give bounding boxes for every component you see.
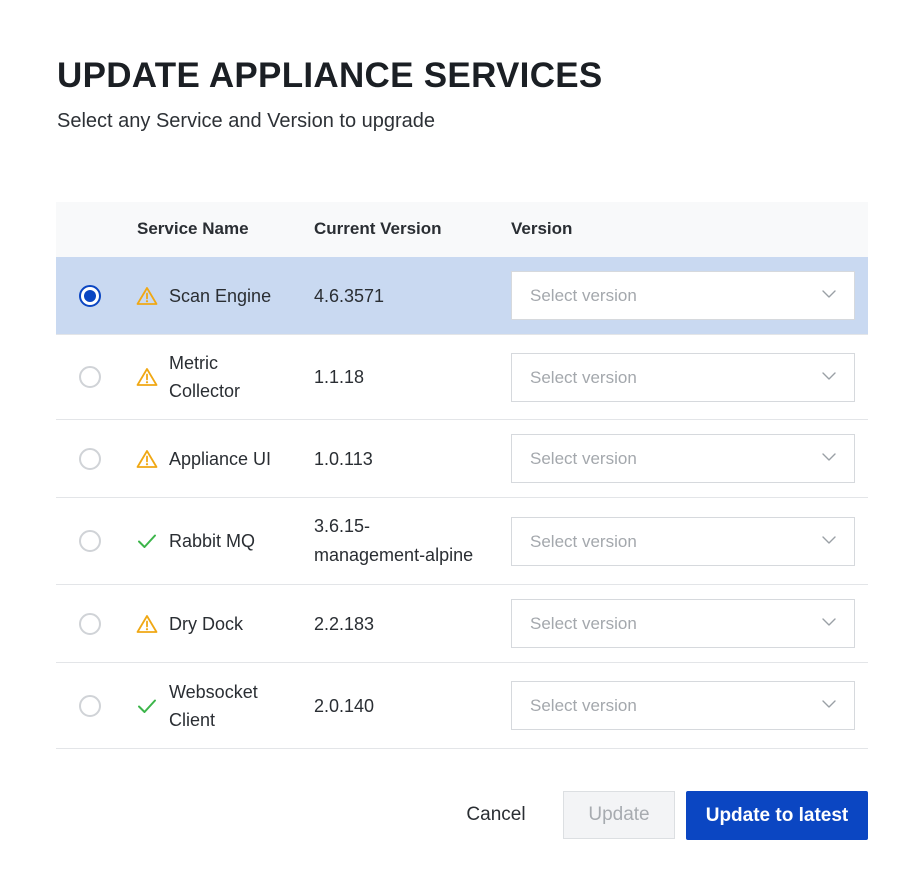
warning-icon <box>136 449 158 468</box>
version-select-placeholder: Select version <box>530 696 637 715</box>
service-name-line: Rabbit MQ <box>169 531 256 551</box>
current-version-line: 1.0.113 <box>314 448 373 469</box>
version-select[interactable]: Select version <box>511 271 855 320</box>
row-select-radio[interactable] <box>79 694 101 717</box>
service-name: Rabbit MQ <box>169 527 299 555</box>
chevron-down-icon <box>822 290 836 298</box>
current-version: 4.6.3571 <box>314 282 499 311</box>
current-version: 3.6.15- management-alpine <box>314 512 499 570</box>
current-version: 1.0.113 <box>314 445 499 474</box>
version-select-placeholder: Select version <box>530 449 637 468</box>
current-version-line: 4.6.3571 <box>314 285 385 306</box>
table-row[interactable]: Appliance UI 1.0.113 Select version <box>56 420 868 498</box>
dialog-subtitle: Select any Service and Version to upgrad… <box>57 110 436 132</box>
current-version: 2.2.183 <box>314 610 499 639</box>
current-version-line: 2.0.140 <box>314 695 375 716</box>
row-select-radio[interactable] <box>79 284 101 307</box>
services-table: Service Name Current Version Version Sca… <box>56 202 868 749</box>
service-name-line: Scan Engine <box>169 285 272 306</box>
service-name-line: Dry Dock <box>169 613 244 634</box>
chevron-down-icon <box>822 371 836 380</box>
service-name-line: Appliance UI <box>169 448 272 469</box>
chevron-down-icon <box>822 535 836 544</box>
table-header: Service Name Current Version Version <box>56 202 868 257</box>
version-select-placeholder: Select version <box>530 286 637 305</box>
row-select-radio[interactable] <box>79 366 101 388</box>
version-select[interactable]: Select version <box>511 599 855 648</box>
warning-icon <box>136 286 158 305</box>
service-name: Scan Engine <box>169 282 299 310</box>
row-select-radio[interactable] <box>79 447 101 470</box>
column-header-version: Version <box>511 219 573 238</box>
current-version-line: 2.2.183 <box>314 613 375 634</box>
row-select-radio[interactable] <box>79 530 101 552</box>
service-name: Dry Dock <box>169 610 299 638</box>
service-name: Appliance UI <box>169 445 299 473</box>
table-body: Scan Engine 4.6.3571 Select version Metric C… <box>56 257 868 749</box>
table-row[interactable]: Rabbit MQ 3.6.15- management-alpine Select … <box>56 498 868 585</box>
chevron-down-icon <box>822 700 836 708</box>
current-version: 2.0.140 <box>314 692 499 721</box>
service-name-line: Websocket <box>169 681 258 702</box>
service-name: Metric Collector <box>169 349 299 405</box>
checkmark-icon <box>138 534 156 548</box>
column-header-service-name: Service Name <box>137 219 249 238</box>
service-name-line: Client <box>169 709 216 730</box>
version-select-placeholder: Select version <box>530 614 637 633</box>
current-version-line: 3.6.15- <box>314 516 371 536</box>
version-select-placeholder: Select version <box>530 531 637 551</box>
current-version: 1.1.18 <box>314 363 499 392</box>
chevron-down-icon <box>822 618 836 626</box>
service-name: Websocket Client <box>169 678 299 734</box>
update-button[interactable]: Update <box>563 791 675 839</box>
update-appliance-services-dialog: UPDATE APPLIANCE SERVICES Select any Ser… <box>0 0 924 886</box>
current-version-line: management-alpine <box>314 545 474 565</box>
row-select-radio[interactable] <box>79 612 101 635</box>
version-select[interactable]: Select version <box>511 352 855 402</box>
version-select[interactable]: Select version <box>511 434 855 483</box>
cancel-button[interactable]: Cancel <box>454 792 538 838</box>
chevron-down-icon <box>822 453 836 461</box>
update-to-latest-button[interactable]: Update to latest <box>686 791 868 840</box>
version-select[interactable]: Select version <box>511 681 855 730</box>
table-row[interactable]: Dry Dock 2.2.183 Select version <box>56 585 868 663</box>
dialog-title: UPDATE APPLIANCE SERVICES <box>57 56 603 95</box>
table-row[interactable]: Websocket Client 2.0.140 Select version <box>56 663 868 749</box>
version-select-placeholder: Select version <box>530 367 637 387</box>
column-header-current-version: Current Version <box>314 219 442 238</box>
table-row[interactable]: Scan Engine 4.6.3571 Select version <box>56 257 868 335</box>
service-name-line: Metric <box>169 353 218 373</box>
current-version-line: 1.1.18 <box>314 367 365 387</box>
warning-icon <box>136 368 158 386</box>
version-select[interactable]: Select version <box>511 516 855 566</box>
table-row[interactable]: Metric Collector 1.1.18 Select version <box>56 335 868 420</box>
service-name-line: Collector <box>169 381 241 401</box>
warning-icon <box>136 614 158 633</box>
checkmark-icon <box>138 699 156 713</box>
